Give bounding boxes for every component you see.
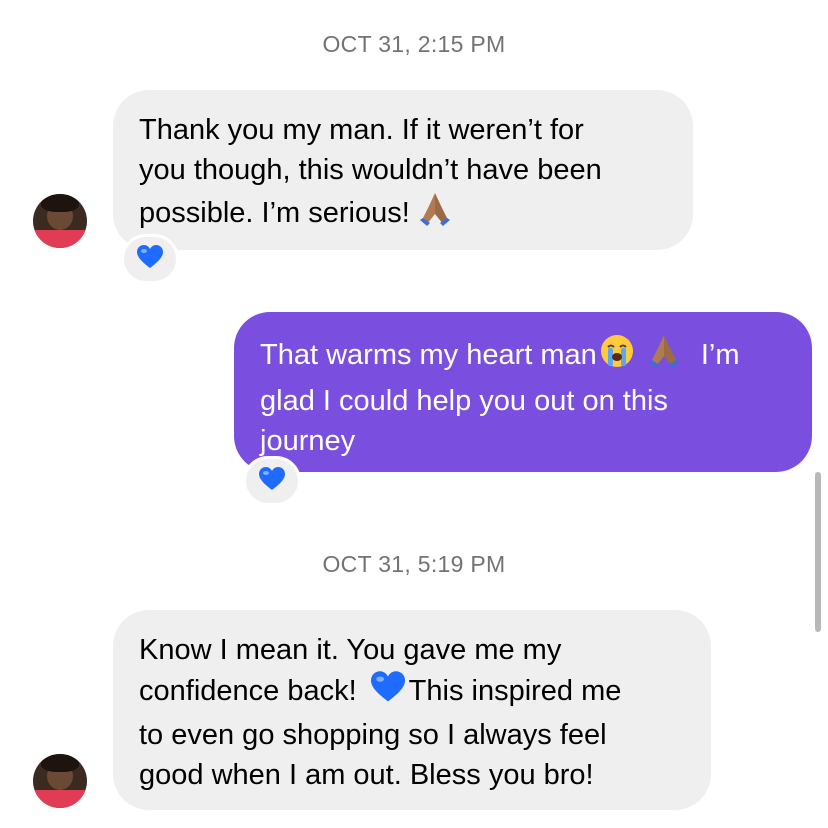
reaction-badge[interactable]	[121, 234, 179, 284]
avatar[interactable]	[33, 194, 87, 248]
message-text: good when I am out. Bless you bro!	[139, 759, 594, 791]
blue-heart-icon	[136, 244, 164, 275]
message-bubble-incoming[interactable]: Know I mean it. You gave me my confidenc…	[113, 610, 711, 810]
timestamp: OCT 31, 5:19 PM	[322, 551, 506, 577]
folded-hands-icon	[645, 332, 683, 381]
blue-heart-icon	[258, 466, 286, 497]
avatar[interactable]	[33, 754, 87, 808]
message-text: That warms my heart man	[260, 339, 597, 372]
timestamp: OCT 31, 2:15 PM	[322, 31, 506, 57]
message-text: glad I could help you out on this	[260, 385, 668, 417]
message-bubble-incoming[interactable]: Thank you my man. If it weren’t for you …	[113, 90, 693, 250]
message-text: This inspired me	[408, 675, 622, 708]
message-text: I’m	[700, 339, 740, 372]
folded-hands-icon	[416, 190, 454, 239]
message-text: to even go shopping so I always feel	[139, 719, 607, 751]
message-text: confidence back!	[139, 675, 357, 708]
scrollbar[interactable]	[815, 472, 821, 632]
dm-conversation: OCT 31, 2:15 PM Thank you my man. If it …	[0, 0, 828, 828]
blue-heart-icon	[369, 670, 407, 715]
message-text: Know I mean it. You gave me my	[139, 634, 562, 666]
message-text: journey	[260, 425, 356, 457]
reaction-badge[interactable]	[243, 456, 301, 506]
message-text: Thank you my man. If it weren’t for	[139, 114, 584, 146]
loudly-crying-face-icon	[599, 333, 635, 380]
message-bubble-outgoing[interactable]: That warms my heart man I’m glad I could…	[234, 312, 812, 472]
message-text: possible. I’m serious!	[139, 197, 410, 230]
message-text: you though, this wouldn’t have been	[139, 154, 602, 186]
